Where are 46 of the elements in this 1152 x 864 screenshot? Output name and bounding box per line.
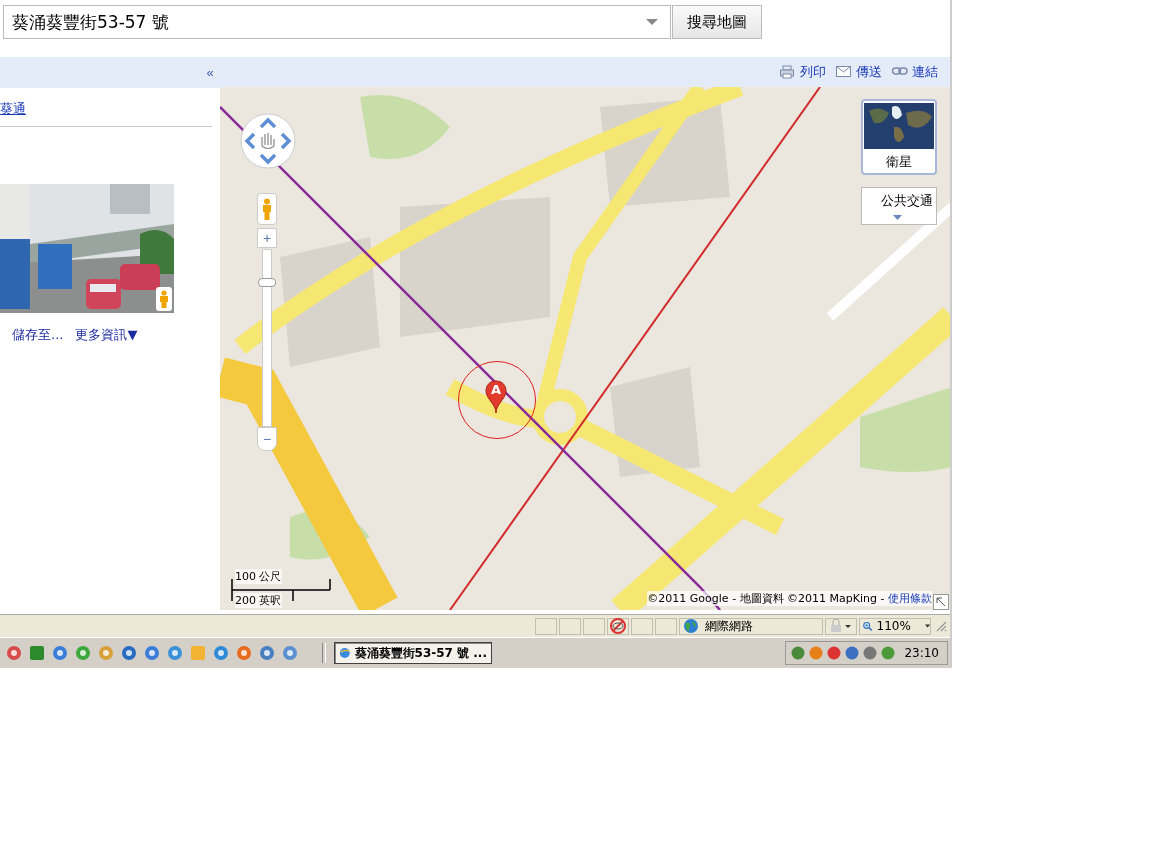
app-icon[interactable]: [6, 645, 22, 661]
dropdown-caret-icon[interactable]: [645, 18, 659, 26]
app-icon[interactable]: [121, 645, 137, 661]
pegman-icon: [159, 290, 169, 308]
tray-icon[interactable]: [790, 645, 807, 661]
browser-icon: [339, 646, 351, 660]
app-icon[interactable]: [98, 645, 114, 661]
tray-icon[interactable]: [826, 645, 843, 661]
resize-grip-icon[interactable]: [935, 620, 947, 632]
more-info-link[interactable]: 更多資訊▼: [75, 326, 138, 344]
app-icon[interactable]: [236, 645, 252, 661]
tray-icon[interactable]: [880, 645, 897, 661]
taskbar-button[interactable]: 葵涌葵豐街53-57 號 ...: [334, 642, 492, 664]
app-icon[interactable]: [75, 645, 91, 661]
magnifier-icon: [863, 619, 873, 633]
tray-icon[interactable]: [844, 645, 861, 661]
app-icon[interactable]: [144, 645, 160, 661]
privacy-blocked-icon[interactable]: [610, 618, 626, 634]
tray-icon[interactable]: [808, 645, 825, 661]
app-icon[interactable]: [259, 645, 275, 661]
lock-icon[interactable]: [830, 619, 852, 633]
save-link[interactable]: 儲存至...: [12, 326, 64, 344]
status-bar-panel: [559, 617, 581, 635]
zone-label: 網際網路: [705, 617, 753, 635]
app-icon[interactable]: [282, 645, 298, 661]
status-bar-panel: [583, 617, 605, 635]
status-bar-panel: [535, 617, 557, 635]
status-bar-panel: [655, 617, 677, 635]
app-icon[interactable]: [52, 645, 68, 661]
link-link[interactable]: 連結: [912, 63, 938, 81]
zoom-level-button[interactable]: 110%: [859, 617, 931, 635]
status-bar-panel: [631, 617, 653, 635]
place-link[interactable]: 葵通: [0, 100, 26, 118]
tray-icon[interactable]: [862, 645, 879, 661]
envelope-icon[interactable]: [836, 65, 852, 79]
send-link[interactable]: 傳送: [856, 63, 882, 81]
app-icon[interactable]: [213, 645, 229, 661]
globe-icon: [683, 618, 699, 634]
printer-icon[interactable]: [780, 65, 796, 79]
app-icon[interactable]: [29, 645, 45, 661]
search-button[interactable]: 搜尋地圖: [672, 5, 762, 39]
print-link[interactable]: 列印: [800, 63, 826, 81]
caret-icon: [924, 624, 930, 628]
search-field[interactable]: 葵涌葵豐街53-57 號: [3, 5, 671, 39]
app-icon[interactable]: [167, 645, 183, 661]
clock: 23:10: [904, 646, 939, 660]
